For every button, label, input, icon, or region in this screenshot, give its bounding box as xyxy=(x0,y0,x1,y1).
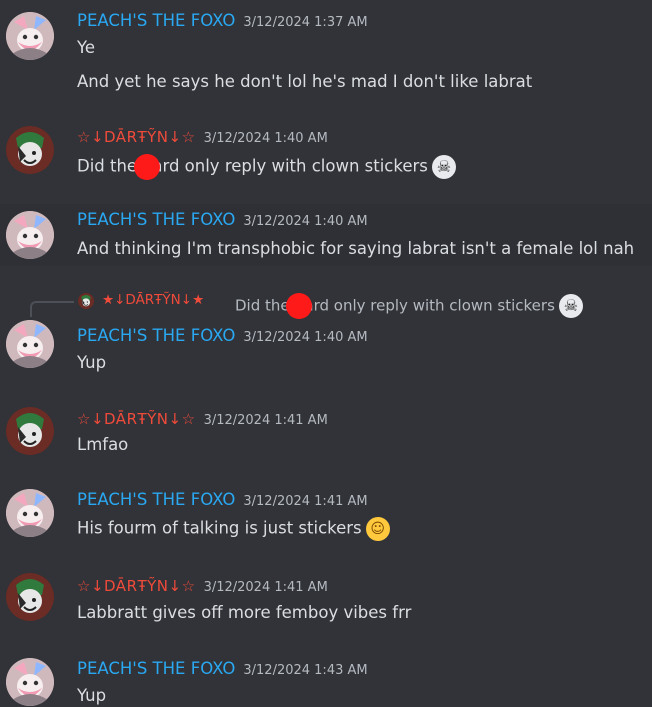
username[interactable]: ☆↓DĀRŦỸN↓☆ xyxy=(77,577,196,595)
message-header: ☆↓DĀRŦỸN↓☆ 3/12/2024 1:41 AM xyxy=(77,409,328,428)
message-2: ☆↓DĀRŦỸN↓☆ 3/12/2024 1:40 AM Did the ard … xyxy=(0,118,652,198)
username[interactable]: ☆↓DĀRŦỸN↓☆ xyxy=(77,128,196,146)
message-text: Yup xyxy=(77,353,107,372)
reply-username[interactable]: ★↓DĀRŦỸN↓★ xyxy=(102,292,204,308)
avatar-peach[interactable] xyxy=(6,320,54,368)
message-1: PEACH'S THE FOXO 3/12/2024 1:37 AM Ye And… xyxy=(0,0,652,110)
message-text: Labbratt gives off more femboy vibes frr xyxy=(77,603,412,622)
message-header: PEACH'S THE FOXO 3/12/2024 1:40 AM xyxy=(77,326,368,345)
message-4: PEACH'S THE FOXO 3/12/2024 1:40 AM Yup xyxy=(0,318,652,394)
message-header: PEACH'S THE FOXO 3/12/2024 1:40 AM xyxy=(77,210,368,229)
text-part: Did the xyxy=(77,156,143,176)
message-6: PEACH'S THE FOXO 3/12/2024 1:41 AM His fo… xyxy=(0,482,652,562)
message-text: Ye xyxy=(77,38,96,57)
redaction-mark xyxy=(134,154,161,180)
message-text: Lmfao xyxy=(77,435,129,454)
reply-avatar xyxy=(78,293,94,309)
skull-icon: ☠ xyxy=(558,294,583,318)
redaction-mark xyxy=(286,293,313,319)
username[interactable]: PEACH'S THE FOXO xyxy=(77,326,235,345)
message-text: And yet he says he don't lol he's mad I … xyxy=(77,72,533,91)
message-text: And thinking I'm transphobic for saying … xyxy=(77,239,635,258)
reply-text[interactable]: Did the ard only reply with clown sticke… xyxy=(235,293,583,319)
message-text: Yup xyxy=(77,686,107,705)
avatar-dartyn[interactable] xyxy=(6,573,54,621)
text-part: ard only reply with clown stickers xyxy=(152,156,428,176)
avatar-dartyn[interactable] xyxy=(6,126,54,174)
avatar-peach[interactable] xyxy=(6,489,54,537)
message-text: Did the ard only reply with clown sticke… xyxy=(77,154,456,180)
avatar-peach[interactable] xyxy=(6,658,54,706)
username[interactable]: PEACH'S THE FOXO xyxy=(77,490,235,509)
text-part: ard only reply with clown stickers xyxy=(304,296,555,315)
username[interactable]: PEACH'S THE FOXO xyxy=(77,11,235,30)
timestamp: 3/12/2024 1:40 AM xyxy=(243,214,368,229)
timestamp: 3/12/2024 1:41 AM xyxy=(203,580,328,595)
reply-connector xyxy=(30,301,74,317)
message-text: His fourm of talking is just stickers ☺ xyxy=(77,517,390,541)
joy-icon: ☺ xyxy=(365,517,390,541)
timestamp: 3/12/2024 1:40 AM xyxy=(203,131,328,146)
message-header: ☆↓DĀRŦỸN↓☆ 3/12/2024 1:41 AM xyxy=(77,576,328,595)
message-header: PEACH'S THE FOXO 3/12/2024 1:41 AM xyxy=(77,490,368,509)
message-8: PEACH'S THE FOXO 3/12/2024 1:43 AM Yup xyxy=(0,652,652,707)
avatar-dartyn[interactable] xyxy=(6,407,54,455)
message-3: PEACH'S THE FOXO 3/12/2024 1:40 AM And th… xyxy=(0,204,652,266)
text-part: His fourm of talking is just stickers xyxy=(77,518,362,538)
avatar-peach[interactable] xyxy=(6,211,54,259)
timestamp: 3/12/2024 1:37 AM xyxy=(243,15,368,30)
username[interactable]: PEACH'S THE FOXO xyxy=(77,210,235,229)
message-header: PEACH'S THE FOXO 3/12/2024 1:37 AM xyxy=(77,11,368,30)
message-header: PEACH'S THE FOXO 3/12/2024 1:43 AM xyxy=(77,659,368,678)
message-5: ☆↓DĀRŦỸN↓☆ 3/12/2024 1:41 AM Lmfao xyxy=(0,400,652,476)
timestamp: 3/12/2024 1:43 AM xyxy=(243,663,368,678)
timestamp: 3/12/2024 1:41 AM xyxy=(203,413,328,428)
timestamp: 3/12/2024 1:41 AM xyxy=(243,494,368,509)
message-header: ☆↓DĀRŦỸN↓☆ 3/12/2024 1:40 AM xyxy=(77,127,328,146)
username[interactable]: PEACH'S THE FOXO xyxy=(77,659,235,678)
skull-icon: ☠ xyxy=(431,155,456,179)
username[interactable]: ☆↓DĀRŦỸN↓☆ xyxy=(77,410,196,428)
timestamp: 3/12/2024 1:40 AM xyxy=(243,330,368,345)
message-7: ☆↓DĀRŦỸN↓☆ 3/12/2024 1:41 AM Labbratt giv… xyxy=(0,568,652,644)
avatar-peach[interactable] xyxy=(6,12,54,60)
reply-preview[interactable]: ★↓DĀRŦỸN↓★ Did the ard only reply with c… xyxy=(30,287,650,319)
